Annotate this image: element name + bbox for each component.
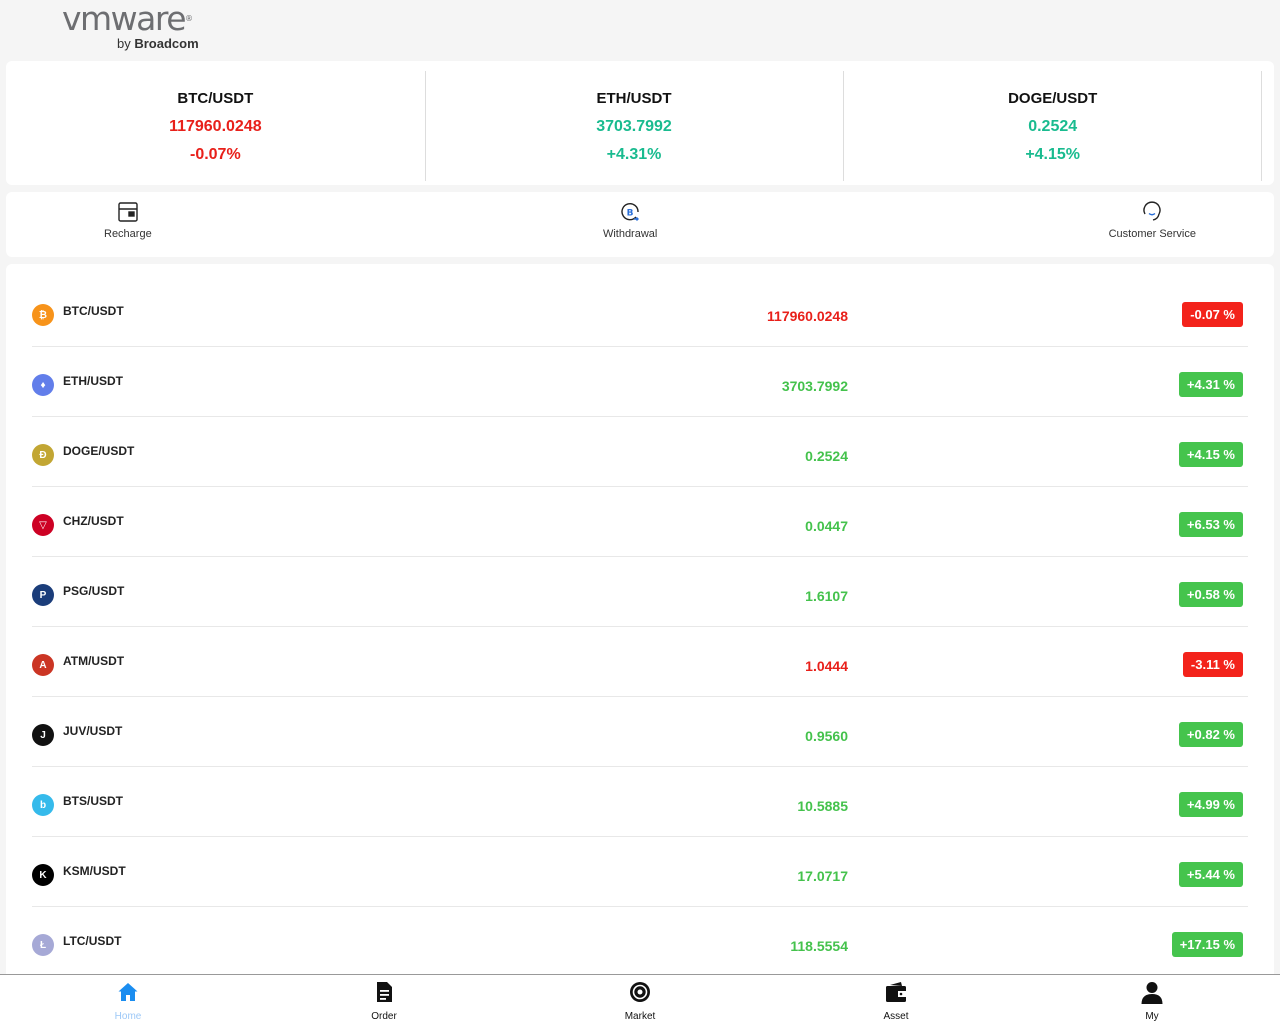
- market-price: 3703.7992: [781, 378, 848, 394]
- change-badge: -0.07 %: [1182, 302, 1243, 327]
- market-icon: [630, 982, 650, 1002]
- market-row-doge[interactable]: Ð DOGE/USDT 0.2524 +4.15 %: [32, 417, 1248, 487]
- market-pair: JUV/USDT: [63, 724, 123, 738]
- nav-home-label: Home: [114, 1011, 142, 1022]
- market-pair: BTS/USDT: [63, 794, 123, 808]
- document-icon: [377, 982, 392, 1002]
- ticker-change: +4.15%: [1025, 146, 1081, 163]
- ticker-btc[interactable]: BTC/USDT 117960.0248 -0.07%: [6, 61, 425, 185]
- ticker-price: 0.2524: [1028, 118, 1078, 135]
- ticker-summary: BTC/USDT 117960.0248 -0.07% ETH/USDT 370…: [6, 61, 1274, 185]
- change-badge: +4.15 %: [1178, 442, 1243, 467]
- recharge-label: Recharge: [104, 228, 152, 240]
- market-row-psg[interactable]: P PSG/USDT 1.6107 +0.58 %: [32, 557, 1248, 627]
- juv-coin-icon: J: [32, 724, 54, 746]
- customer-service-button[interactable]: Customer Service: [1109, 192, 1196, 257]
- market-pair: BTC/USDT: [63, 304, 124, 318]
- withdrawal-label: Withdrawal: [602, 228, 658, 240]
- market-price: 1.6107: [805, 588, 848, 604]
- home-icon: [118, 983, 138, 1001]
- nav-market[interactable]: Market: [600, 980, 680, 1022]
- market-row-juv[interactable]: J JUV/USDT 0.9560 +0.82 %: [32, 697, 1248, 767]
- change-badge: +5.44 %: [1178, 862, 1243, 887]
- wallet-icon: [886, 982, 906, 1002]
- market-price: 17.0717: [797, 868, 848, 884]
- nav-my-label: My: [1145, 1011, 1159, 1022]
- logo-registered-mark: ®: [185, 14, 194, 23]
- market-price: 0.2524: [805, 448, 848, 464]
- change-badge: +4.99 %: [1178, 792, 1243, 817]
- market-row-ltc[interactable]: Ł LTC/USDT 118.5554 +17.15 %: [32, 907, 1248, 977]
- ticker-pair: BTC/USDT: [177, 90, 254, 107]
- nav-order[interactable]: Order: [344, 980, 424, 1022]
- market-row-atm[interactable]: A ATM/USDT 1.0444 -3.11 %: [32, 627, 1248, 697]
- market-pair: ETH/USDT: [63, 374, 123, 388]
- doge-coin-icon: Ð: [32, 444, 54, 466]
- change-badge: -3.11 %: [1182, 652, 1243, 677]
- coin-withdraw-icon: B: [621, 203, 640, 221]
- logo-company: Broadcom: [134, 36, 199, 51]
- ticker-change: -0.07%: [189, 146, 241, 163]
- ticker-doge[interactable]: DOGE/USDT 0.2524 +4.15%: [843, 61, 1262, 185]
- change-badge: +17.15 %: [1171, 932, 1243, 957]
- withdrawal-button[interactable]: B Withdrawal: [603, 192, 657, 257]
- ksm-coin-icon: K: [32, 864, 54, 886]
- btc-coin-icon: ₿: [32, 304, 54, 326]
- psg-coin-icon: P: [32, 584, 54, 606]
- logo-word: vmware: [62, 0, 187, 38]
- ticker-price: 3703.7992: [596, 118, 672, 135]
- market-row-chz[interactable]: ▽ CHZ/USDT 0.0447 +6.53 %: [32, 487, 1248, 557]
- recharge-button[interactable]: Recharge: [104, 192, 152, 257]
- ticker-change: +4.31%: [606, 146, 662, 163]
- market-row-eth[interactable]: ♦ ETH/USDT 3703.7992 +4.31 %: [32, 347, 1248, 417]
- market-pair: ATM/USDT: [63, 654, 125, 668]
- market-price: 117960.0248: [767, 308, 848, 324]
- customer-service-label: Customer Service: [1108, 228, 1196, 240]
- chz-coin-icon: ▽: [32, 514, 54, 536]
- nav-asset[interactable]: Asset: [856, 980, 936, 1022]
- market-price: 118.5554: [790, 938, 848, 954]
- market-pair: PSG/USDT: [63, 584, 125, 598]
- change-badge: +6.53 %: [1178, 512, 1243, 537]
- nav-market-label: Market: [624, 1011, 656, 1022]
- headset-icon: [1143, 201, 1161, 221]
- ltc-coin-icon: Ł: [32, 934, 54, 956]
- bts-coin-icon: b: [32, 794, 54, 816]
- market-price: 0.9560: [805, 728, 848, 744]
- wallet-card-icon: [118, 202, 138, 222]
- market-price: 0.0447: [805, 518, 848, 534]
- user-icon: [1141, 982, 1163, 1004]
- market-pair: CHZ/USDT: [63, 514, 124, 528]
- market-price: 1.0444: [805, 658, 848, 674]
- ticker-price: 117960.0248: [169, 118, 262, 135]
- logo-by: by: [117, 36, 135, 51]
- change-badge: +4.31 %: [1178, 372, 1243, 397]
- nav-my[interactable]: My: [1112, 980, 1192, 1022]
- nav-home[interactable]: Home: [88, 980, 168, 1022]
- atm-coin-icon: A: [32, 654, 54, 676]
- ticker-eth[interactable]: ETH/USDT 3703.7992 +4.31%: [424, 61, 844, 185]
- market-pair: KSM/USDT: [63, 864, 126, 878]
- market-row-bts[interactable]: b BTS/USDT 10.5885 +4.99 %: [32, 767, 1248, 837]
- market-pair: LTC/USDT: [63, 934, 122, 948]
- logo-byline: by Broadcom: [117, 36, 199, 51]
- ticker-pair: DOGE/USDT: [1008, 90, 1098, 107]
- quick-actions: Recharge B Withdrawal Customer Service: [6, 192, 1274, 257]
- market-row-btc[interactable]: ₿ BTC/USDT 117960.0248 -0.07 %: [32, 277, 1248, 347]
- svg-text:B: B: [627, 209, 634, 219]
- nav-order-label: Order: [371, 1011, 397, 1022]
- market-pair: DOGE/USDT: [63, 444, 135, 458]
- change-badge: +0.82 %: [1178, 722, 1243, 747]
- change-badge: +0.58 %: [1178, 582, 1243, 607]
- ticker-pair: ETH/USDT: [596, 90, 672, 107]
- eth-coin-icon: ♦: [32, 374, 54, 396]
- vmware-logo: vmware® by Broadcom: [62, 2, 222, 54]
- nav-asset-label: Asset: [883, 1011, 909, 1022]
- market-list: ₿ BTC/USDT 117960.0248 -0.07 % ♦ ETH/USD…: [6, 264, 1274, 984]
- market-price: 10.5885: [797, 798, 848, 814]
- market-row-ksm[interactable]: K KSM/USDT 17.0717 +5.44 %: [32, 837, 1248, 907]
- bottom-navigation: Home Order Market Asset My: [0, 974, 1280, 1024]
